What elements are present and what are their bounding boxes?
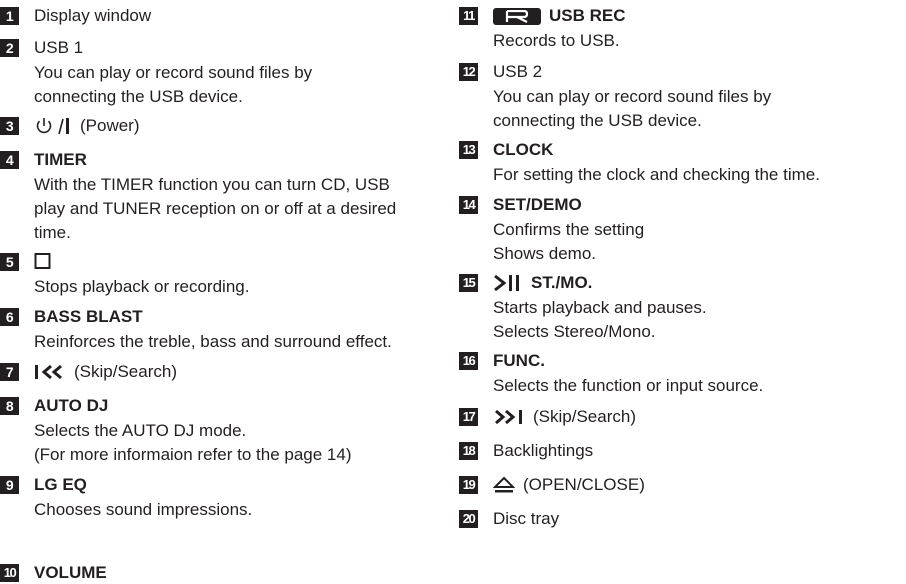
skip-forward-icon [493,408,525,426]
item-number: 19 [459,476,478,494]
item-description: Records to USB. [493,31,620,50]
item-description: For setting the clock and checking the t… [493,165,820,184]
item-title: (Power) [34,116,140,136]
item-title: ST./MO. [493,273,592,293]
power-icon [34,116,72,136]
item-number: 12 [459,63,478,81]
item-title: Backlightings [493,441,594,460]
item-title: USB REC [493,6,626,26]
eject-icon [493,476,515,494]
item-description: Confirms the setting Shows demo. [493,220,645,263]
item-title: Display window [34,6,152,25]
item-description: Selects the function or input source. [493,376,764,395]
item-title: AUTO DJ [34,396,109,415]
item-number: 3 [0,117,19,135]
item-number: 10 [0,564,19,582]
item-title: SET/DEMO [493,195,582,214]
item-number: 15 [459,274,478,292]
stop-icon [34,252,52,270]
item-description: Reinforces the treble, bass and surround… [34,332,392,351]
item-description: Starts playback and pauses. Selects Ster… [493,298,707,341]
item-number: 20 [459,510,478,528]
item-title: Disc tray [493,509,560,528]
item-number: 5 [0,253,19,271]
play-pause-icon [493,273,523,293]
item-number: 14 [459,196,478,214]
item-description: Selects the AUTO DJ mode. (For more info… [34,421,352,464]
item-title: TIMER [34,150,87,169]
item-number: 4 [0,151,19,169]
item-title: BASS BLAST [34,307,143,326]
item-number: 11 [459,7,478,25]
item-title: CLOCK [493,140,554,159]
item-title: LG EQ [34,475,87,494]
item-number: 8 [0,397,19,415]
item-number: 17 [459,408,478,426]
item-number: 13 [459,141,478,159]
item-description: You can play or record sound files by co… [34,63,313,106]
item-number: 9 [0,476,19,494]
item-number: 16 [459,352,478,370]
item-number: 7 [0,363,19,381]
item-title [34,252,60,270]
skip-back-icon [34,363,66,381]
item-number: 1 [0,7,19,25]
item-title: (Skip/Search) [34,362,177,382]
item-title: (Skip/Search) [493,407,636,427]
item-number: 18 [459,442,478,460]
item-description: Chooses sound impressions. [34,500,253,519]
item-number: 2 [0,39,19,57]
item-title: FUNC. [493,351,545,370]
item-number: 6 [0,308,19,326]
item-title: USB 2 [493,62,543,81]
item-title: (OPEN/CLOSE) [493,475,645,495]
item-title: VOLUME [34,563,107,582]
rec-r-icon [493,7,541,25]
item-description: You can play or record sound files by co… [493,87,772,130]
item-title: USB 1 [34,38,84,57]
item-description: Stops playback or recording. [34,277,250,296]
item-description: With the TIMER function you can turn CD,… [34,175,397,242]
